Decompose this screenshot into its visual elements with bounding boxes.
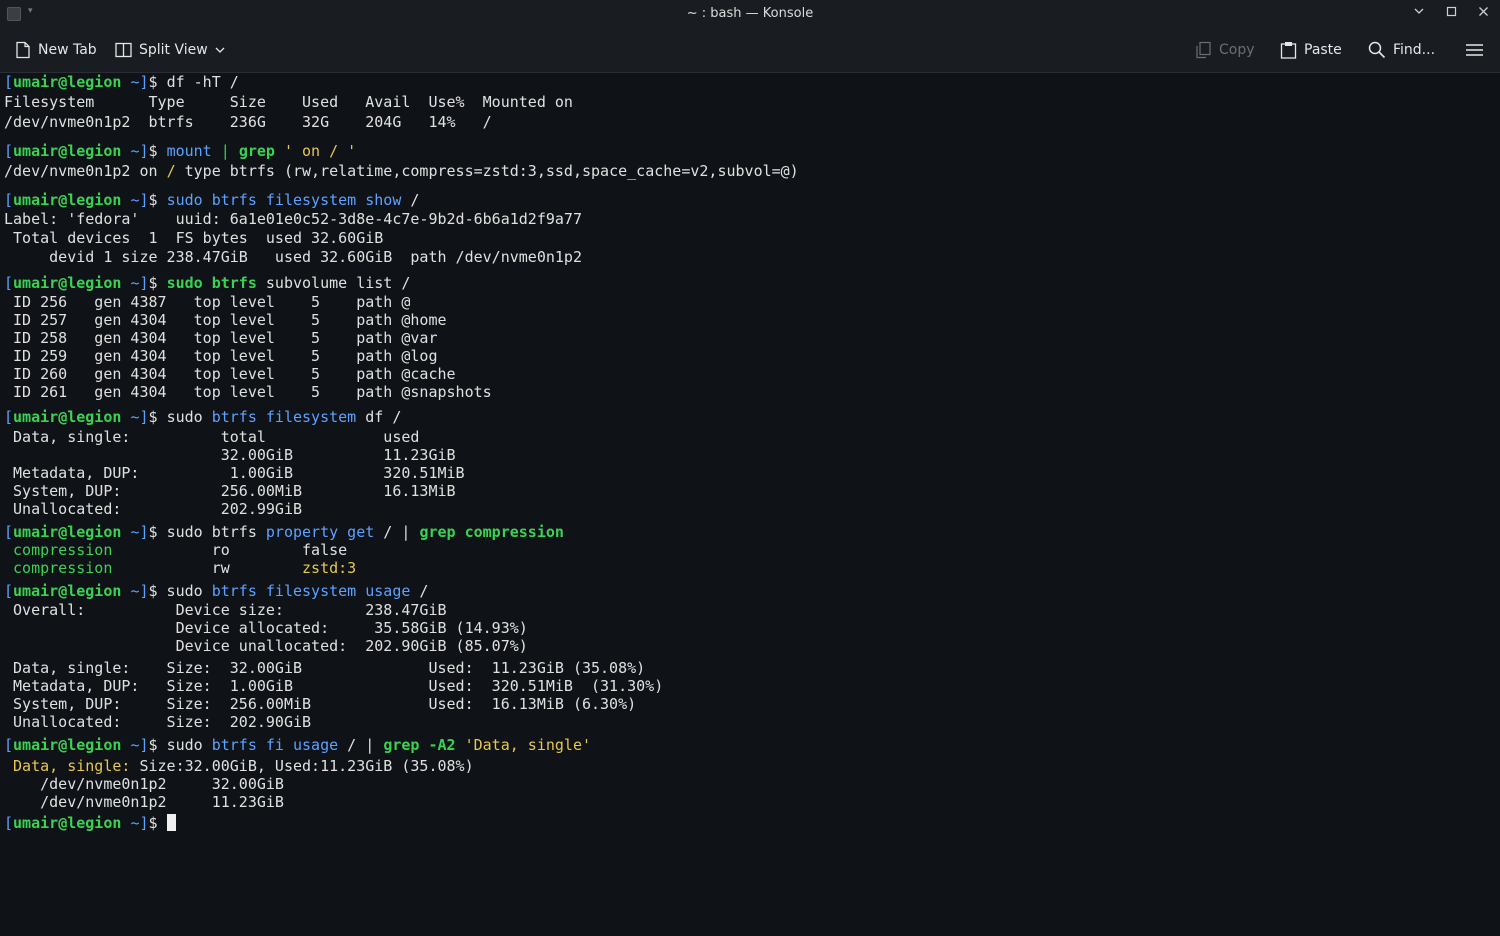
prompt-line: [umair@legion ~]$ sudo btrfs filesystem … bbox=[4, 408, 402, 426]
window-title: ~ : bash — Konsole bbox=[686, 6, 814, 21]
prompt-line: [umair@legion ~]$ sudo btrfs property ge… bbox=[4, 523, 564, 541]
close-button[interactable] bbox=[1472, 4, 1494, 24]
output-line: compression ro false bbox=[4, 541, 348, 559]
find-button[interactable]: Find... bbox=[1368, 40, 1435, 60]
output-line: System, DUP: Size: 256.00MiB Used: 16.13… bbox=[4, 695, 637, 713]
output-line: Data, single: total used bbox=[4, 428, 420, 446]
paste-button[interactable]: Paste bbox=[1280, 40, 1342, 60]
prompt-line: [umair@legion ~]$ mount | grep ' on / ' bbox=[4, 142, 357, 160]
chevron-down-icon bbox=[215, 47, 225, 53]
new-tab-label: New Tab bbox=[38, 42, 97, 58]
output-line: Overall: Device size: 238.47GiB bbox=[4, 601, 447, 619]
list-item: ID 259 gen 4304 top level 5 path @log bbox=[4, 347, 438, 365]
output-line: Data, single: Size: 32.00GiB Used: 11.23… bbox=[4, 659, 646, 677]
prompt-line: [umair@legion ~]$ sudo btrfs fi usage / … bbox=[4, 736, 592, 754]
list-item: ID 257 gen 4304 top level 5 path @home bbox=[4, 311, 447, 329]
output-line: /dev/nvme0n1p2 btrfs 236G 32G 204G 14% / bbox=[4, 113, 492, 131]
output-line: Unallocated: 202.99GiB bbox=[4, 500, 303, 518]
output-line: System, DUP: 256.00MiB 16.13MiB bbox=[4, 482, 456, 500]
prompt-line: [umair@legion ~]$ df -hT / bbox=[4, 73, 239, 91]
list-item: ID 260 gen 4304 top level 5 path @cache bbox=[4, 365, 456, 383]
copy-button[interactable]: Copy bbox=[1195, 40, 1255, 60]
text-cursor bbox=[166, 814, 176, 831]
list-item: ID 256 gen 4387 top level 5 path @ bbox=[4, 293, 411, 311]
list-item: ID 258 gen 4304 top level 5 path @var bbox=[4, 329, 438, 347]
new-tab-button[interactable]: New Tab bbox=[15, 40, 97, 60]
search-icon bbox=[1368, 41, 1386, 59]
copy-icon bbox=[1196, 41, 1211, 59]
split-view-icon bbox=[115, 42, 132, 58]
output-line: Data, single: Size:32.00GiB, Used:11.23G… bbox=[4, 757, 474, 775]
output-line: /dev/nvme0n1p2 11.23GiB bbox=[4, 793, 284, 811]
command-text: df -hT / bbox=[166, 73, 239, 91]
prompt-line: [umair@legion ~]$ sudo btrfs subvolume l… bbox=[4, 274, 411, 292]
output-line: Filesystem Type Size Used Avail Use% Mou… bbox=[4, 93, 573, 111]
output-line: Device unallocated: 202.90GiB (85.07%) bbox=[4, 637, 528, 655]
output-line: /dev/nvme0n1p2 on / type btrfs (rw,relat… bbox=[4, 162, 799, 180]
output-line: Metadata, DUP: Size: 1.00GiB Used: 320.5… bbox=[4, 677, 664, 695]
prompt-line: [umair@legion ~]$ sudo btrfs filesystem … bbox=[4, 582, 429, 600]
find-label: Find... bbox=[1393, 42, 1436, 58]
toolbar: New Tab Split View Copy Paste Find... bbox=[0, 28, 1500, 73]
split-view-label: Split View bbox=[139, 42, 208, 58]
copy-label: Copy bbox=[1219, 42, 1255, 58]
paste-icon bbox=[1280, 42, 1297, 59]
split-view-button[interactable]: Split View bbox=[115, 40, 225, 60]
output-line: compression rw zstd:3 bbox=[4, 559, 357, 577]
prompt-line: [umair@legion ~]$ sudo btrfs filesystem … bbox=[4, 191, 420, 209]
close-icon bbox=[1478, 7, 1488, 16]
prompt-line: [umair@legion ~]$ bbox=[4, 814, 176, 832]
chevron-down-icon bbox=[1414, 8, 1424, 14]
output-line: Metadata, DUP: 1.00GiB 320.51MiB bbox=[4, 464, 465, 482]
output-line: devid 1 size 238.47GiB used 32.60GiB pat… bbox=[4, 248, 582, 266]
minimize-button[interactable] bbox=[1408, 4, 1430, 24]
new-tab-icon bbox=[16, 41, 30, 59]
output-line: Label: 'fedora' uuid: 6a1e01e0c52-3d8e-4… bbox=[4, 210, 582, 228]
output-line: /dev/nvme0n1p2 32.00GiB bbox=[4, 775, 284, 793]
output-line: 32.00GiB 11.23GiB bbox=[4, 446, 456, 464]
terminal-output[interactable]: [umair@legion ~]$ df -hT / Filesystem Ty… bbox=[4, 72, 1494, 842]
list-item: ID 261 gen 4304 top level 5 path @snapsh… bbox=[4, 383, 492, 401]
maximize-button[interactable] bbox=[1440, 4, 1462, 24]
title-bar: ▾ ~ : bash — Konsole bbox=[0, 0, 1500, 28]
output-line: Total devices 1 FS bytes used 32.60GiB bbox=[4, 229, 384, 247]
hamburger-menu-icon bbox=[1466, 44, 1483, 56]
hamburger-menu-button[interactable] bbox=[1466, 40, 1483, 60]
paste-label: Paste bbox=[1304, 42, 1342, 58]
output-line: Device allocated: 35.58GiB (14.93%) bbox=[4, 619, 528, 637]
output-line: Unallocated: Size: 202.90GiB bbox=[4, 713, 312, 731]
maximize-icon bbox=[1446, 6, 1456, 17]
